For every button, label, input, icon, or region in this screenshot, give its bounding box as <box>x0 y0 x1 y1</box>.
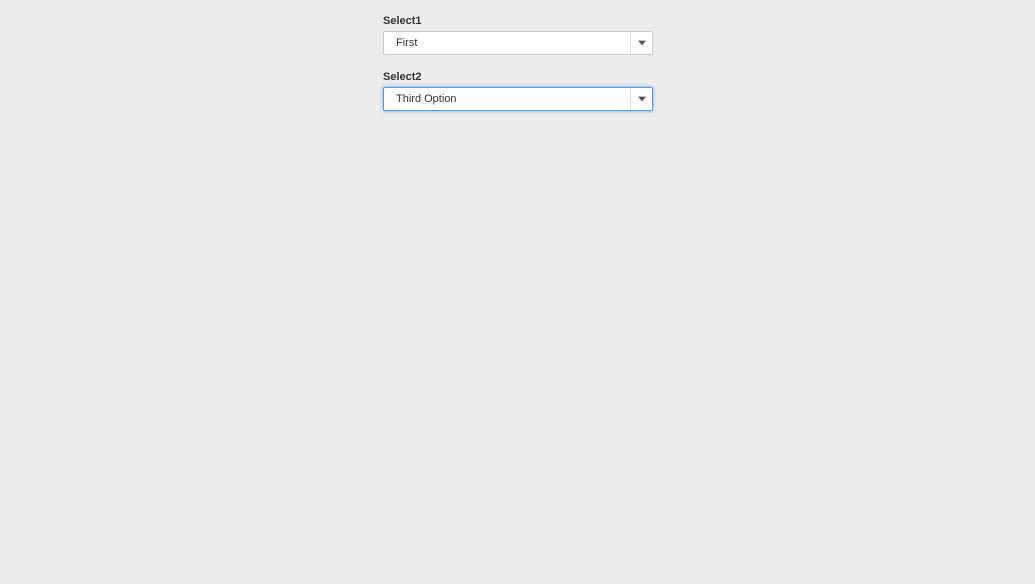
select1-value: First <box>384 37 630 49</box>
chevron-down-icon <box>630 88 652 110</box>
select2-value: Third Option <box>384 93 630 105</box>
select2-dropdown[interactable]: Third Option <box>383 87 653 111</box>
select2-field: Select2 Third Option <box>383 71 653 111</box>
select1-dropdown[interactable]: First <box>383 31 653 55</box>
chevron-down-icon <box>630 32 652 54</box>
select1-field: Select1 First <box>383 15 653 55</box>
form-container: Select1 First Select2 Third Option <box>383 15 653 111</box>
select2-label: Select2 <box>383 71 653 83</box>
select1-label: Select1 <box>383 15 653 27</box>
